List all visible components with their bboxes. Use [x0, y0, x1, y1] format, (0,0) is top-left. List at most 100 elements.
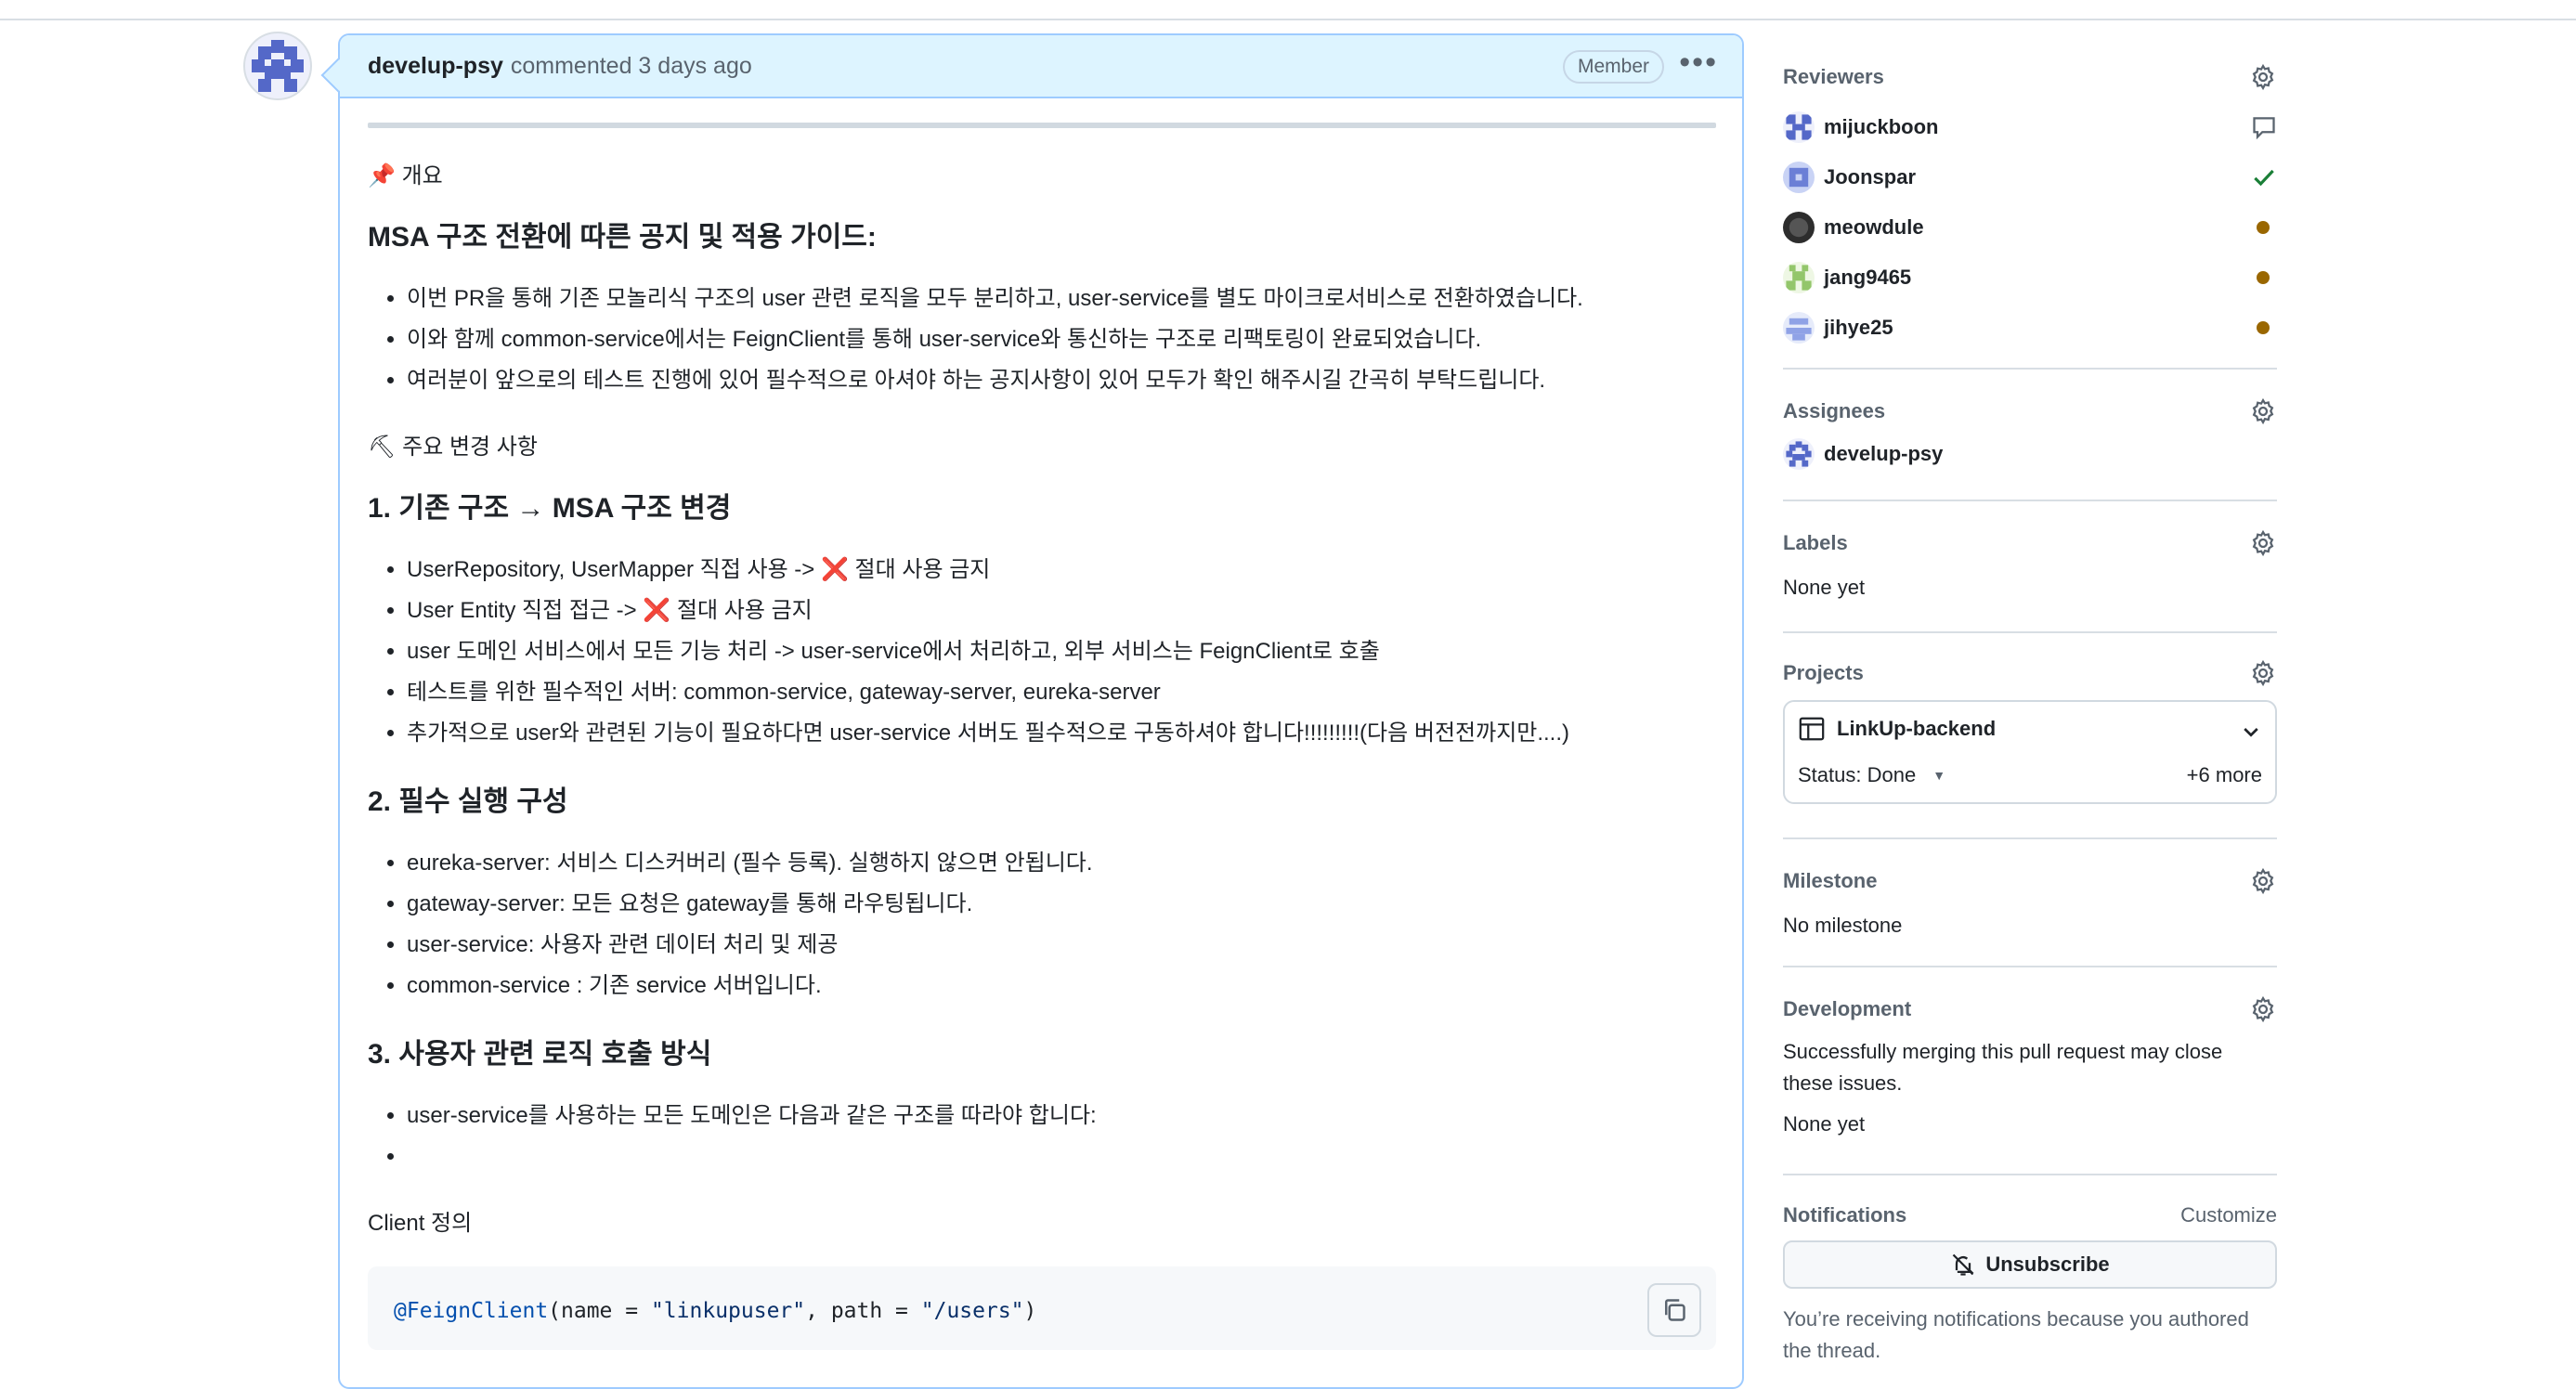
list-item: 이번 PR을 통해 기존 모놀리식 구조의 user 관련 로직을 모두 분리하… [407, 279, 1716, 319]
reviewers-title: Reviewers [1783, 65, 1884, 88]
gear-icon[interactable] [2249, 867, 2277, 895]
intro-text: 개요 [401, 163, 443, 188]
intro-list: 이번 PR을 통해 기존 모놀리식 구조의 user 관련 로직을 모두 분리하… [368, 279, 1716, 401]
section2-list: eureka-server: 서비스 디스커버리 (필수 등록). 실행하지 않… [368, 843, 1716, 1006]
reviewers-section: Reviewers mijuckboon Joonspar meowdule j… [1783, 46, 2277, 370]
avatar [1783, 162, 1815, 193]
cross-mark-icon: ❌ [643, 598, 671, 623]
avatar [1783, 212, 1815, 243]
gear-icon[interactable] [2249, 529, 2277, 557]
notifications-header: Notifications Customize [1783, 1175, 2277, 1227]
comment-author-link[interactable]: develup-psy [368, 53, 503, 80]
pushpin-icon: 📌 [368, 163, 396, 188]
list-item: 테스트를 위한 필수적인 서버: common-service, gateway… [407, 672, 1716, 713]
project-title-row[interactable]: LinkUp-backend [1798, 715, 1996, 743]
section3-list: user-service를 사용하는 모든 도메인은 다음과 같은 구조를 따라… [368, 1096, 1716, 1177]
development-header: Development [1783, 967, 2277, 1023]
table-icon [1799, 717, 1825, 741]
list-item-empty [407, 1136, 1716, 1177]
project-card: LinkUp-backend Status: Done ▼ +6 more [1783, 700, 2277, 804]
pending-dot-icon [2257, 221, 2270, 234]
labels-header: Labels [1783, 501, 2277, 557]
list-item: user-service를 사용하는 모든 도메인은 다음과 같은 구조를 따라… [407, 1096, 1716, 1136]
notifications-section: Notifications Customize Unsubscribe You’… [1783, 1175, 2277, 1380]
gear-icon[interactable] [2249, 995, 2277, 1023]
list-item: user-service: 사용자 관련 데이터 처리 및 제공 [407, 925, 1716, 966]
notifications-note: You’re receiving notifications because y… [1783, 1307, 2249, 1362]
list-item: user 도메인 서비스에서 모든 기능 처리 -> user-service에… [407, 631, 1716, 672]
labels-title: Labels [1783, 531, 1848, 554]
copy-code-button[interactable] [1647, 1283, 1701, 1337]
comment-icon [2253, 117, 2275, 140]
comment-timestamp[interactable]: commented 3 days ago [511, 53, 752, 80]
gear-icon[interactable] [2249, 397, 2277, 425]
pr-sidebar: Reviewers mijuckboon Joonspar meowdule j… [1783, 46, 2277, 1380]
project-name[interactable]: LinkUp-backend [1837, 717, 1996, 741]
gear-icon[interactable] [2249, 63, 2277, 91]
assignee-row[interactable]: develup-psy [1783, 429, 2277, 479]
project-status: Status: Done [1798, 763, 1917, 786]
reviewer-row[interactable]: meowdule [1783, 202, 2277, 253]
section3-heading: 3. 사용자 관련 로직 호출 방식 [368, 1039, 712, 1070]
chevron-down-icon[interactable] [2240, 720, 2262, 743]
assignee-name[interactable]: develup-psy [1824, 442, 1943, 466]
list-item: 이와 함께 common-service에서는 FeignClient를 통해 … [407, 319, 1716, 360]
unsubscribe-label: Unsubscribe [1985, 1253, 2110, 1276]
pr-comment: develup-psy commented 3 days ago Member … [338, 33, 1744, 1389]
reviewers-header: Reviewers [1783, 46, 2277, 91]
project-more-link[interactable]: +6 more [2187, 763, 2262, 787]
development-value: None yet [1783, 1112, 1866, 1136]
labels-section: Labels None yet [1783, 501, 2277, 633]
list-item: gateway-server: 모든 요청은 gateway를 통해 라우팅됩니… [407, 884, 1716, 925]
list-item: 여러분이 앞으로의 테스트 진행에 있어 필수적으로 아셔야 하는 공지사항이 … [407, 360, 1716, 401]
project-status-dropdown[interactable]: Status: Done ▼ [1798, 763, 1945, 787]
section1-list: UserRepository, UserMapper 직접 사용 -> ❌ 절대… [368, 550, 1716, 754]
divider [368, 123, 1716, 128]
reviewer-row[interactable]: jihye25 [1783, 303, 2277, 353]
hammer-icon: ⛏ [368, 435, 397, 460]
reviewer-name[interactable]: mijuckboon [1824, 115, 1938, 139]
gear-icon[interactable] [2249, 659, 2277, 687]
section1-heading: 1. 기존 구조 → MSA 구조 변경 [368, 493, 732, 524]
pending-dot-icon [2257, 321, 2270, 334]
bell-slash-icon [1953, 1253, 1974, 1276]
unsubscribe-button[interactable]: Unsubscribe [1783, 1240, 2277, 1289]
list-item: 추가적으로 user와 관련된 기능이 필요하다면 user-service 서… [407, 713, 1716, 754]
kebab-horizontal-icon[interactable]: ••• [1679, 45, 1718, 81]
milestone-section: Milestone No milestone [1783, 839, 2277, 967]
changes-line: ⛏ 주요 변경 사항 [368, 427, 1716, 468]
list-item: UserRepository, UserMapper 직접 사용 -> ❌ 절대… [407, 550, 1716, 591]
projects-section: Projects LinkUp-backend Status: Done ▼ +… [1783, 633, 2277, 839]
section2-heading: 2. 필수 실행 구성 [368, 786, 568, 817]
reviewer-row[interactable]: jang9465 [1783, 253, 2277, 303]
member-badge: Member [1562, 50, 1664, 84]
comment-header: develup-psy commented 3 days ago Member … [340, 35, 1742, 98]
list-item: User Entity 직접 접근 -> ❌ 절대 사용 금지 [407, 591, 1716, 631]
avatar [1783, 262, 1815, 293]
projects-header: Projects [1783, 633, 2277, 687]
cross-mark-icon: ❌ [821, 557, 849, 582]
author-avatar[interactable] [243, 32, 312, 100]
code-annotation: @FeignClient [394, 1299, 549, 1323]
top-divider [0, 19, 2576, 20]
assignees-section: Assignees develup-psy [1783, 370, 2277, 501]
list-item: eureka-server: 서비스 디스커버리 (필수 등록). 실행하지 않… [407, 843, 1716, 884]
client-label: Client 정의 [368, 1211, 473, 1236]
projects-title: Projects [1783, 661, 1864, 684]
notifications-title: Notifications [1783, 1203, 1907, 1227]
intro-line: 📌 개요 [368, 156, 1716, 197]
customize-link[interactable]: Customize [2180, 1203, 2277, 1227]
reviewer-row[interactable]: Joonspar [1783, 152, 2277, 202]
code-block: @FeignClient(name = "linkupuser", path =… [368, 1266, 1716, 1350]
reviewer-name[interactable]: jang9465 [1824, 266, 1911, 290]
milestone-value: No milestone [1783, 914, 1903, 937]
reviewer-name[interactable]: jihye25 [1824, 316, 1893, 340]
reviewer-name[interactable]: Joonspar [1824, 165, 1916, 189]
triangle-down-icon: ▼ [1932, 768, 1946, 783]
labels-value: None yet [1783, 576, 1866, 599]
reviewer-name[interactable]: meowdule [1824, 215, 1924, 240]
milestone-title: Milestone [1783, 869, 1878, 892]
avatar [1783, 111, 1815, 143]
copy-icon [1665, 1299, 1685, 1321]
reviewer-row[interactable]: mijuckboon [1783, 102, 2277, 152]
